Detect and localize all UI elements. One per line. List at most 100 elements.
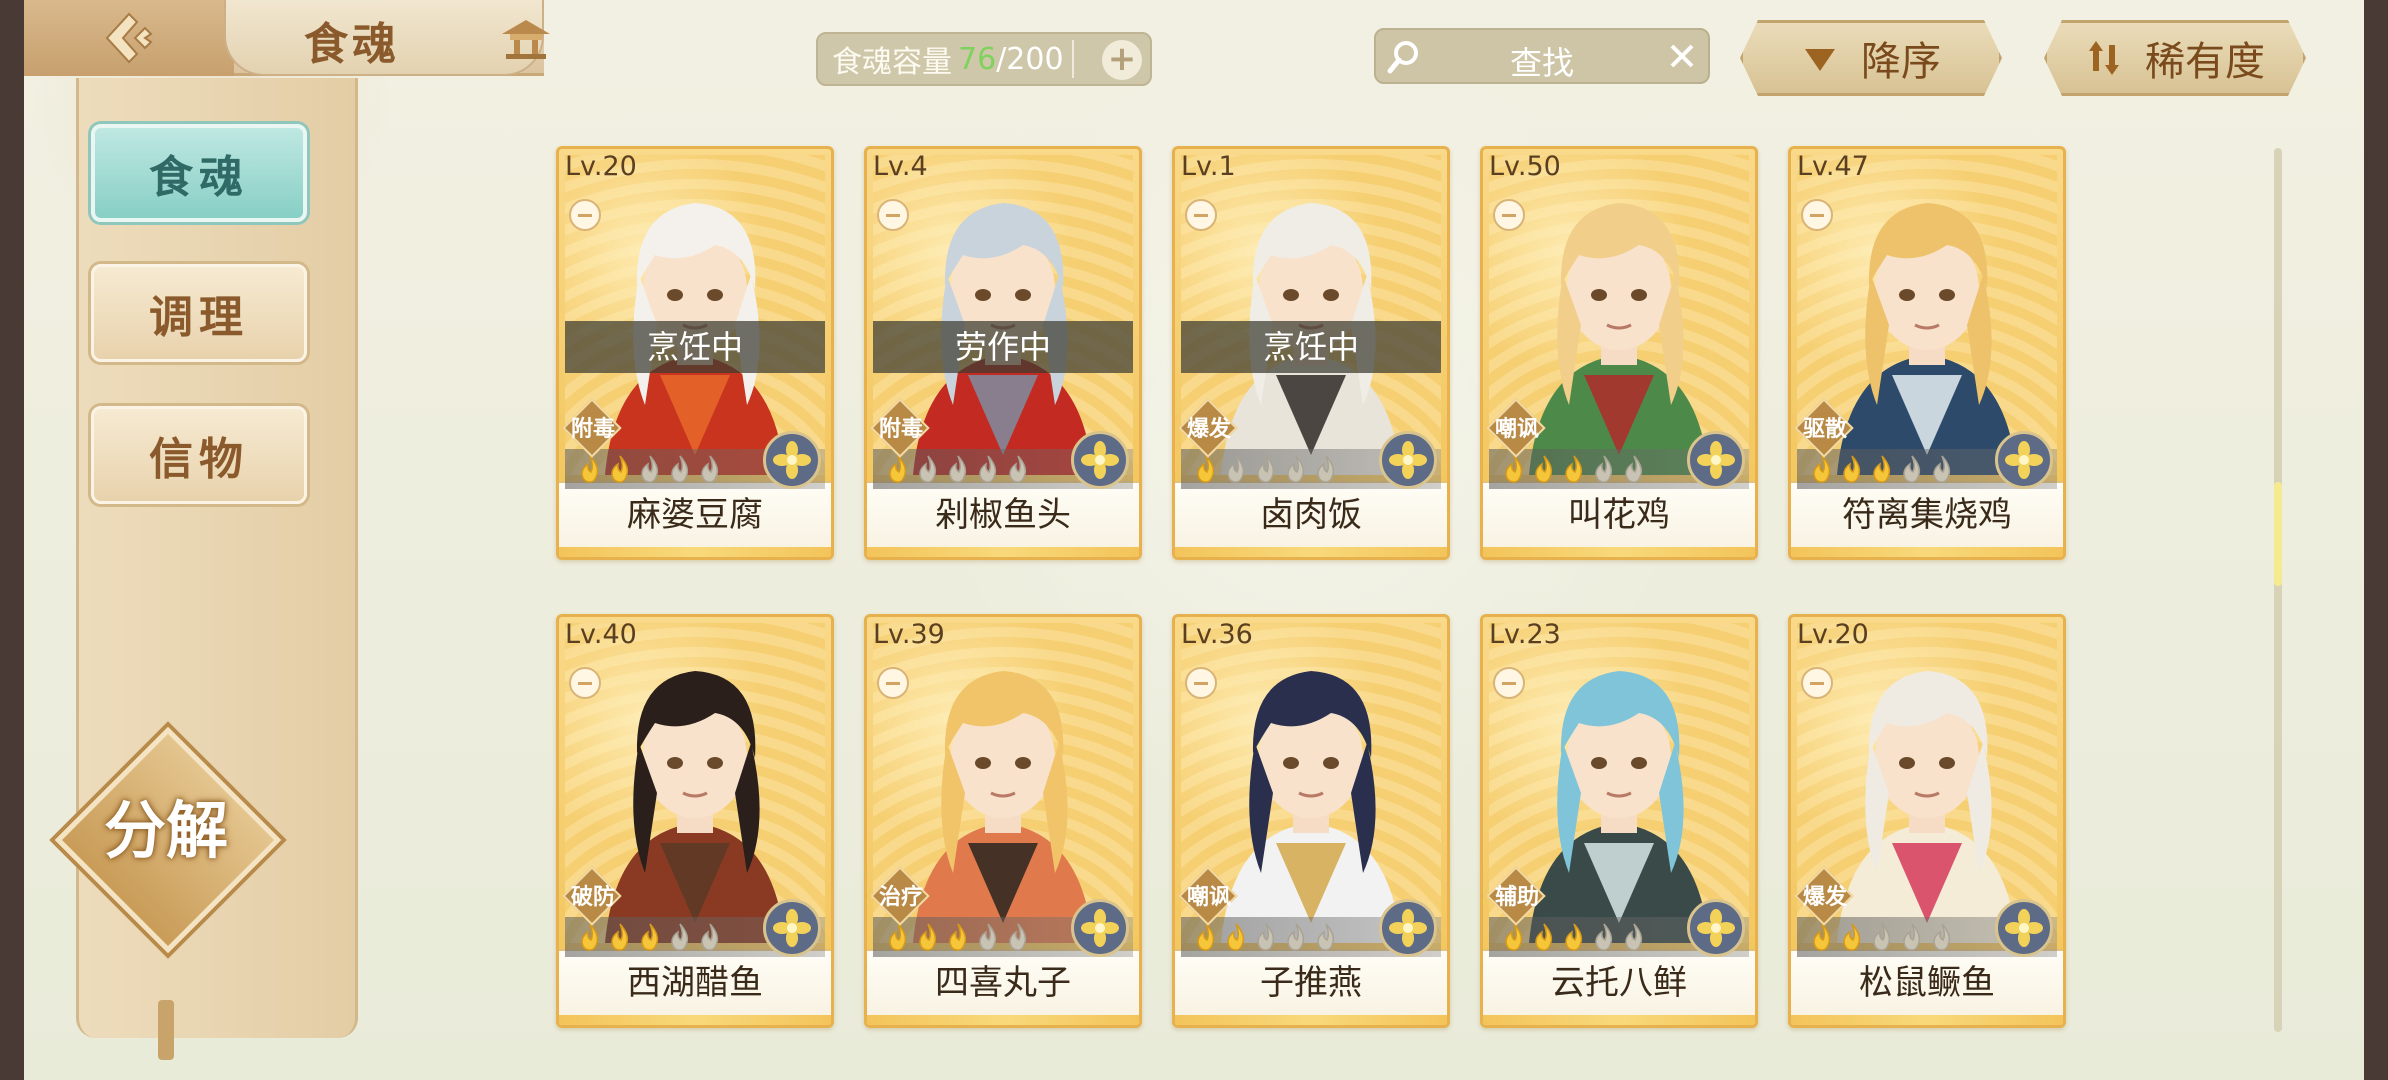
role-badge: 附毒: [561, 397, 622, 458]
capacity-box: 食魂容量 76 / 200 +: [816, 32, 1152, 86]
scrollbar-thumb[interactable]: [2274, 482, 2282, 586]
triangle-down-icon: [1801, 39, 1839, 77]
food-soul-card[interactable]: Lv.4 劳作中 附毒 剁椒鱼头: [864, 146, 1142, 560]
sort-order-label: 降序: [1861, 39, 1941, 85]
food-soul-card[interactable]: Lv.20 爆发 松鼠鳜鱼: [1788, 614, 2066, 1028]
lock-icon[interactable]: [1801, 667, 1833, 699]
level-label: Lv.23: [1489, 619, 1561, 650]
sort-toggle-icon: [2085, 39, 2123, 77]
flame-icon: [1009, 923, 1027, 951]
flame-icon: [979, 923, 997, 951]
flame-icon: [889, 923, 907, 951]
back-button[interactable]: [24, 0, 234, 76]
flame-icon: [641, 455, 659, 483]
flame-icon: [701, 923, 719, 951]
role-badge: 辅助: [1485, 865, 1546, 926]
character-name: 西湖醋鱼: [559, 949, 831, 1025]
role-label: 附毒: [878, 417, 923, 442]
flower-icon: [1379, 431, 1437, 489]
flame-icon: [949, 923, 967, 951]
tab-conditioning[interactable]: 调理: [91, 264, 307, 362]
lock-icon[interactable]: [569, 667, 601, 699]
flower-icon: [1687, 899, 1745, 957]
flame-icon: [1287, 455, 1305, 483]
capacity-divider: [1071, 40, 1074, 78]
flame-icon: [1197, 455, 1215, 483]
role-label: 治疗: [878, 885, 923, 910]
lock-icon[interactable]: [877, 199, 909, 231]
flame-icon: [1625, 923, 1643, 951]
level-label: Lv.39: [873, 619, 945, 650]
character-name: 符离集烧鸡: [1791, 481, 2063, 557]
decompose-label[interactable]: 分解: [66, 780, 266, 870]
element-flower-glyph: [2005, 441, 2043, 479]
role-badge: 破防: [561, 865, 622, 926]
character-name: 云托八鲜: [1483, 949, 1755, 1025]
lock-icon[interactable]: [877, 667, 909, 699]
flame-icon: [1565, 455, 1583, 483]
flame-icon: [1813, 455, 1831, 483]
food-soul-card[interactable]: Lv.1 烹饪中 爆发 卤肉饭: [1172, 146, 1450, 560]
flame-icon: [1287, 923, 1305, 951]
flame-icon: [1317, 923, 1335, 951]
role-badge: 嘲讽: [1177, 865, 1238, 926]
food-soul-card[interactable]: Lv.47 驱散 符离集烧鸡: [1788, 146, 2066, 560]
lock-icon[interactable]: [1185, 199, 1217, 231]
role-badge: 爆发: [1177, 397, 1238, 458]
flame-icon: [979, 455, 997, 483]
food-soul-card[interactable]: Lv.20 烹饪中 附毒 麻婆豆腐: [556, 146, 834, 560]
sort-key-label: 稀有度: [2145, 39, 2265, 85]
close-icon[interactable]: [1666, 40, 1698, 72]
lock-icon[interactable]: [1493, 667, 1525, 699]
element-flower-glyph: [773, 441, 811, 479]
flame-icon: [1843, 923, 1861, 951]
element-flower-glyph: [773, 909, 811, 947]
character-name: 叫花鸡: [1483, 481, 1755, 557]
tassel-decoration: [158, 1000, 174, 1060]
lock-icon[interactable]: [569, 199, 601, 231]
food-soul-card[interactable]: Lv.40 破防 西湖醋鱼: [556, 614, 834, 1028]
pavilion-icon[interactable]: [498, 16, 554, 60]
flame-icon: [1595, 455, 1613, 483]
food-soul-card[interactable]: Lv.23 辅助 云托八鲜: [1480, 614, 1758, 1028]
flame-icon: [1227, 923, 1245, 951]
search-placeholder: 查找: [1509, 44, 1574, 82]
add-capacity-button[interactable]: +: [1102, 40, 1142, 80]
lock-icon[interactable]: [1801, 199, 1833, 231]
sort-key-button[interactable]: 稀有度: [2044, 20, 2306, 96]
flame-icon: [1565, 923, 1583, 951]
tab-keepsake[interactable]: 信物: [91, 406, 307, 504]
flower-icon: [1379, 899, 1437, 957]
flame-icon: [1625, 455, 1643, 483]
role-label: 辅助: [1494, 885, 1539, 910]
flame-icon: [641, 923, 659, 951]
status-banner: 烹饪中: [1181, 321, 1441, 373]
flower-icon: [1687, 431, 1745, 489]
flame-icon: [889, 455, 907, 483]
scrollbar[interactable]: [2274, 148, 2282, 1032]
game-screen: 食魂 食魂容量 76 / 200 + 查找 降序 稀有度 食魂 调理 信物 分解…: [24, 0, 2364, 1080]
role-label: 爆发: [1802, 885, 1847, 910]
flame-icon: [1505, 455, 1523, 483]
food-soul-card[interactable]: Lv.36 嘲讽 子推燕: [1172, 614, 1450, 1028]
flame-icon: [1009, 455, 1027, 483]
capacity-separator: /: [996, 41, 1007, 77]
character-name: 四喜丸子: [867, 949, 1139, 1025]
food-soul-card[interactable]: Lv.50 嘲讽 叫花鸡: [1480, 146, 1758, 560]
page-title: 食魂: [304, 19, 400, 70]
food-soul-card[interactable]: Lv.39 治疗 四喜丸子: [864, 614, 1142, 1028]
sort-order-button[interactable]: 降序: [1740, 20, 2002, 96]
level-label: Lv.20: [565, 151, 637, 182]
element-flower-glyph: [1697, 909, 1735, 947]
tab-food-soul[interactable]: 食魂: [91, 124, 307, 222]
lock-icon[interactable]: [1185, 667, 1217, 699]
search-input[interactable]: 查找: [1374, 28, 1710, 84]
flower-icon: [1071, 431, 1129, 489]
flower-icon: [1071, 899, 1129, 957]
flower-icon: [763, 431, 821, 489]
flame-icon: [1903, 455, 1921, 483]
flame-icon: [1873, 455, 1891, 483]
role-label: 驱散: [1802, 417, 1847, 442]
level-label: Lv.4: [873, 151, 928, 182]
lock-icon[interactable]: [1493, 199, 1525, 231]
